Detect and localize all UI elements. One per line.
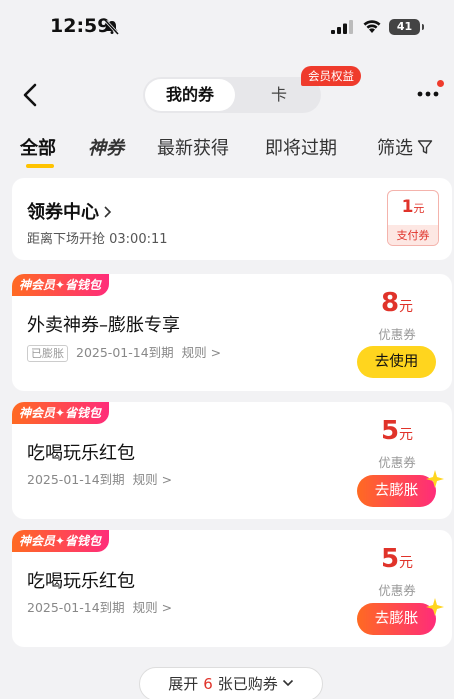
payment-coupon-amount: 1元 (388, 197, 438, 217)
inflate-button-label: 去膨胀 (374, 611, 419, 627)
coupon-expiry: 2025-01-14到期 (27, 472, 125, 487)
tab-all[interactable]: 全部 (20, 134, 56, 160)
coupon-meta: 2025-01-14到期 规则 > (27, 597, 172, 616)
sparkle-icon (426, 598, 444, 616)
coupon-amount-unit: 元 (399, 427, 414, 443)
purchased-count: 6 (203, 675, 213, 693)
battery-icon: 41 (389, 19, 424, 35)
member-savings-tag: 神会员✦省钱包 (12, 274, 110, 296)
coupon-amount-unit: 元 (399, 555, 414, 571)
coupon-title: 吃喝玩乐红包 (27, 443, 135, 464)
member-savings-tag: 神会员✦省钱包 (12, 402, 110, 424)
chevron-down-icon (282, 679, 293, 687)
coupon-center-title-text: 领券中心 (27, 202, 99, 223)
use-coupon-button[interactable]: 去使用 (357, 346, 436, 378)
coupon-type-label: 优惠券 (378, 327, 416, 342)
coupon-center-card[interactable]: 领券中心 距离下场开抢 03:00:11 1元 支付券 (12, 178, 452, 260)
payment-coupon-unit: 元 (413, 202, 425, 215)
coupon-center-title[interactable]: 领券中心 (27, 198, 112, 224)
coupon-expiry: 2025-01-14到期 (76, 345, 174, 360)
expand-prefix: 展开 (168, 675, 199, 693)
coupon-amount-unit: 元 (399, 299, 414, 315)
coupon-amount: 8元 (362, 288, 432, 318)
chevron-right-icon (104, 206, 112, 218)
coupon-amount-value: 5 (380, 544, 400, 574)
inflated-tag: 已膨胀 (27, 345, 68, 362)
tab-filter[interactable]: 筛选 (377, 134, 433, 160)
coupon-type-label: 优惠券 (378, 583, 416, 598)
coupon-tabs: 全部 神券 最新获得 即将过期 筛选 (0, 130, 454, 170)
bell-muted-icon (104, 19, 120, 35)
coupon-type-label: 优惠券 (378, 455, 416, 470)
sparkle-icon (426, 470, 444, 488)
status-bar: 12:59 41 (0, 0, 454, 56)
coupon-rules-link[interactable]: 规则 > (182, 345, 221, 360)
coupon-expiry: 2025-01-14到期 (27, 600, 125, 615)
back-arrow-icon[interactable] (18, 82, 44, 108)
cellular-signal-icon (331, 20, 353, 34)
coupon-card[interactable]: 神会员✦省钱包 外卖神券–膨胀专享 已膨胀 2025-01-14到期 规则 > 8元… (12, 274, 452, 391)
member-benefits-badge[interactable]: 会员权益 (301, 66, 361, 86)
coupon-meta: 已膨胀 2025-01-14到期 规则 > (27, 342, 221, 362)
coupon-amount: 5元 (362, 544, 432, 574)
coupon-title: 吃喝玩乐红包 (27, 571, 135, 592)
coupon-rules-link[interactable]: 规则 > (133, 600, 172, 615)
coupon-amount-value: 5 (380, 416, 400, 446)
tab-newest[interactable]: 最新获得 (157, 134, 229, 160)
next-round-countdown: 距离下场开抢 03:00:11 (27, 232, 168, 247)
payment-coupon-value: 1 (401, 197, 414, 217)
status-time: 12:59 (50, 15, 111, 37)
coupon-amount: 5元 (362, 416, 432, 446)
coupon-meta: 2025-01-14到期 规则 > (27, 469, 172, 488)
expand-purchased-coupons-button[interactable]: 展开 6 张已购券 (139, 667, 323, 699)
inflate-coupon-button[interactable]: 去膨胀 (357, 470, 444, 507)
tab-filter-label: 筛选 (377, 138, 413, 159)
notification-dot (437, 80, 444, 87)
more-options-icon[interactable] (416, 86, 442, 102)
wifi-icon (363, 20, 381, 33)
coupon-card[interactable]: 神会员✦省钱包 吃喝玩乐红包 2025-01-14到期 规则 > 5元 优惠券 去… (12, 402, 452, 519)
payment-coupon-label: 支付券 (388, 225, 438, 245)
payment-coupon-badge[interactable]: 1元 支付券 (387, 190, 439, 246)
tab-shen-coupons[interactable]: 神券 (88, 134, 124, 160)
expand-suffix: 张已购券 (217, 675, 278, 693)
member-savings-tag: 神会员✦省钱包 (12, 530, 110, 552)
tab-expiring[interactable]: 即将过期 (265, 134, 337, 160)
segment-my-coupons[interactable]: 我的券 (145, 79, 235, 111)
filter-funnel-icon (417, 140, 433, 154)
coupon-amount-value: 8 (380, 288, 400, 318)
inflate-button-label: 去膨胀 (374, 483, 419, 499)
active-tab-indicator (26, 164, 54, 168)
segment-switcher: 我的券 卡 (143, 77, 321, 113)
inflate-coupon-button[interactable]: 去膨胀 (357, 598, 444, 635)
coupon-card[interactable]: 神会员✦省钱包 吃喝玩乐红包 2025-01-14到期 规则 > 5元 优惠券 去… (12, 530, 452, 647)
coupon-rules-link[interactable]: 规则 > (133, 472, 172, 487)
coupon-title: 外卖神券–膨胀专享 (27, 315, 180, 336)
